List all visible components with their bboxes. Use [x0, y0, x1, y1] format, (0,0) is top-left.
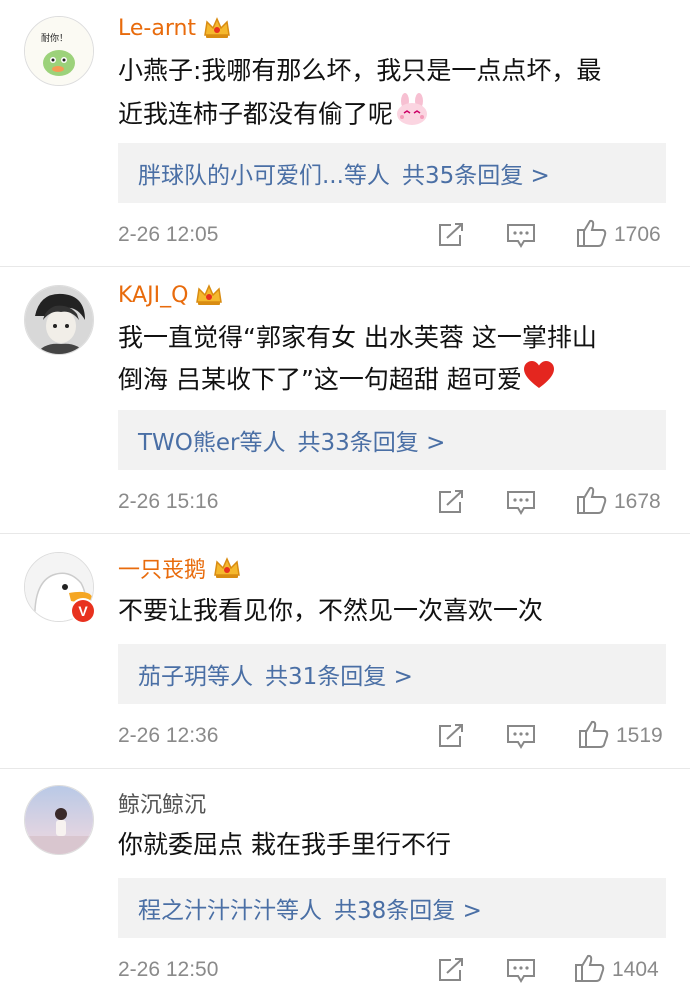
comment-text: 你就委屈点 栽在我手里行不行 — [118, 824, 658, 866]
reply-summary[interactable]: 茄子玥等人 共31条回复 > — [118, 644, 666, 704]
reply-summary[interactable]: 胖球队的小可爱们...等人 共35条回复 > — [118, 143, 666, 203]
comment-text-line: 你就委屈点 栽在我手里行不行 — [118, 830, 451, 859]
reply-users[interactable]: 茄子玥等人 — [138, 657, 253, 691]
share-icon[interactable] — [437, 723, 465, 749]
comment-text: 不要让我看见你，不然见一次喜欢一次 — [118, 590, 658, 632]
red-heart-emoji — [522, 360, 556, 403]
username-row: 一只丧鹅 — [118, 552, 242, 584]
comment-text-line: 不要让我看见你，不然见一次喜欢一次 — [118, 596, 544, 625]
share-icon[interactable] — [437, 222, 465, 248]
like-count: 1678 — [614, 490, 661, 513]
like-icon — [576, 485, 608, 519]
comment-text: 小燕子:我哪有那么坏，我只是一点点坏，最 近我连柿子都没有偷了呢 — [118, 50, 658, 139]
verified-badge: V — [70, 598, 96, 624]
timestamp: 2-26 12:50 — [118, 958, 219, 981]
reply-count-link[interactable]: 共31条回复 > — [265, 657, 413, 691]
avatar[interactable] — [24, 785, 94, 855]
comment-text-line: 近我连柿子都没有偷了呢 — [118, 92, 658, 139]
like-button[interactable]: 1706 — [576, 218, 661, 252]
avatar[interactable]: 耐你！ — [24, 16, 94, 86]
comment-item: KAJI_Q 我一直觉得“郭家有女 出水芙蓉 这一掌排山 倒海 吕某收下了”这一… — [0, 267, 690, 533]
reply-count-link[interactable]: 共35条回复 > — [402, 156, 550, 190]
username-row: Le-arnt — [118, 12, 232, 44]
crown-icon — [212, 555, 242, 581]
like-count: 1706 — [614, 223, 661, 246]
username[interactable]: 一只丧鹅 — [118, 552, 206, 584]
comment-item: 鲸沉鲸沉 你就委屈点 栽在我手里行不行 程之汁汁汁汁等人 共38条回复 > 2-… — [0, 769, 690, 1002]
comment-icon[interactable] — [506, 489, 536, 515]
username-row: KAJI_Q — [118, 279, 224, 311]
like-button[interactable]: 1678 — [576, 485, 661, 519]
reply-summary[interactable]: TWO熊er等人 共33条回复 > — [118, 410, 666, 470]
avatar-caption: 耐你！ — [41, 32, 68, 44]
comment-item: V 一只丧鹅 不要让我看见你，不然见一次喜欢一次 茄子玥等人 共31条回复 > … — [0, 534, 690, 768]
like-icon — [574, 953, 606, 987]
like-button[interactable]: 1519 — [578, 719, 663, 753]
crown-icon — [202, 15, 232, 41]
comment-text-line: 倒海 吕某收下了”这一句超甜 超可爱 — [118, 359, 658, 403]
comment-text-line: 我一直觉得“郭家有女 出水芙蓉 这一掌排山 — [118, 323, 597, 352]
timestamp: 2-26 15:16 — [118, 490, 219, 513]
timestamp: 2-26 12:36 — [118, 724, 219, 747]
avatar[interactable] — [24, 285, 94, 355]
reply-summary[interactable]: 程之汁汁汁汁等人 共38条回复 > — [118, 878, 666, 938]
comment-icon[interactable] — [506, 957, 536, 983]
comment-icon[interactable] — [506, 723, 536, 749]
comment-text-line: 小燕子:我哪有那么坏，我只是一点点坏，最 — [118, 56, 602, 85]
comment-text: 我一直觉得“郭家有女 出水芙蓉 这一掌排山 倒海 吕某收下了”这一句超甜 超可爱 — [118, 317, 658, 403]
reply-users[interactable]: 胖球队的小可爱们...等人 — [138, 156, 390, 190]
username[interactable]: KAJI_Q — [118, 283, 188, 308]
username[interactable]: 鲸沉鲸沉 — [118, 787, 206, 819]
reply-count-link[interactable]: 共38条回复 > — [334, 891, 482, 925]
timestamp: 2-26 12:05 — [118, 223, 219, 246]
crown-icon — [194, 282, 224, 308]
like-button[interactable]: 1404 — [574, 953, 659, 987]
like-count: 1519 — [616, 724, 663, 747]
reply-count-link[interactable]: 共33条回复 > — [298, 423, 446, 457]
share-icon[interactable] — [437, 957, 465, 983]
like-icon — [578, 719, 610, 753]
like-icon — [576, 218, 608, 252]
like-count: 1404 — [612, 958, 659, 981]
username-row: 鲸沉鲸沉 — [118, 787, 206, 819]
comment-item: 耐你！ Le-arnt 小燕子:我哪有那么坏，我只是一点点坏，最 近我连柿子都没… — [0, 0, 690, 266]
share-icon[interactable] — [437, 489, 465, 515]
pink-bunny-emoji — [393, 92, 431, 139]
reply-users[interactable]: TWO熊er等人 — [138, 423, 286, 457]
username[interactable]: Le-arnt — [118, 16, 196, 41]
reply-users[interactable]: 程之汁汁汁汁等人 — [138, 891, 322, 925]
comment-icon[interactable] — [506, 222, 536, 248]
